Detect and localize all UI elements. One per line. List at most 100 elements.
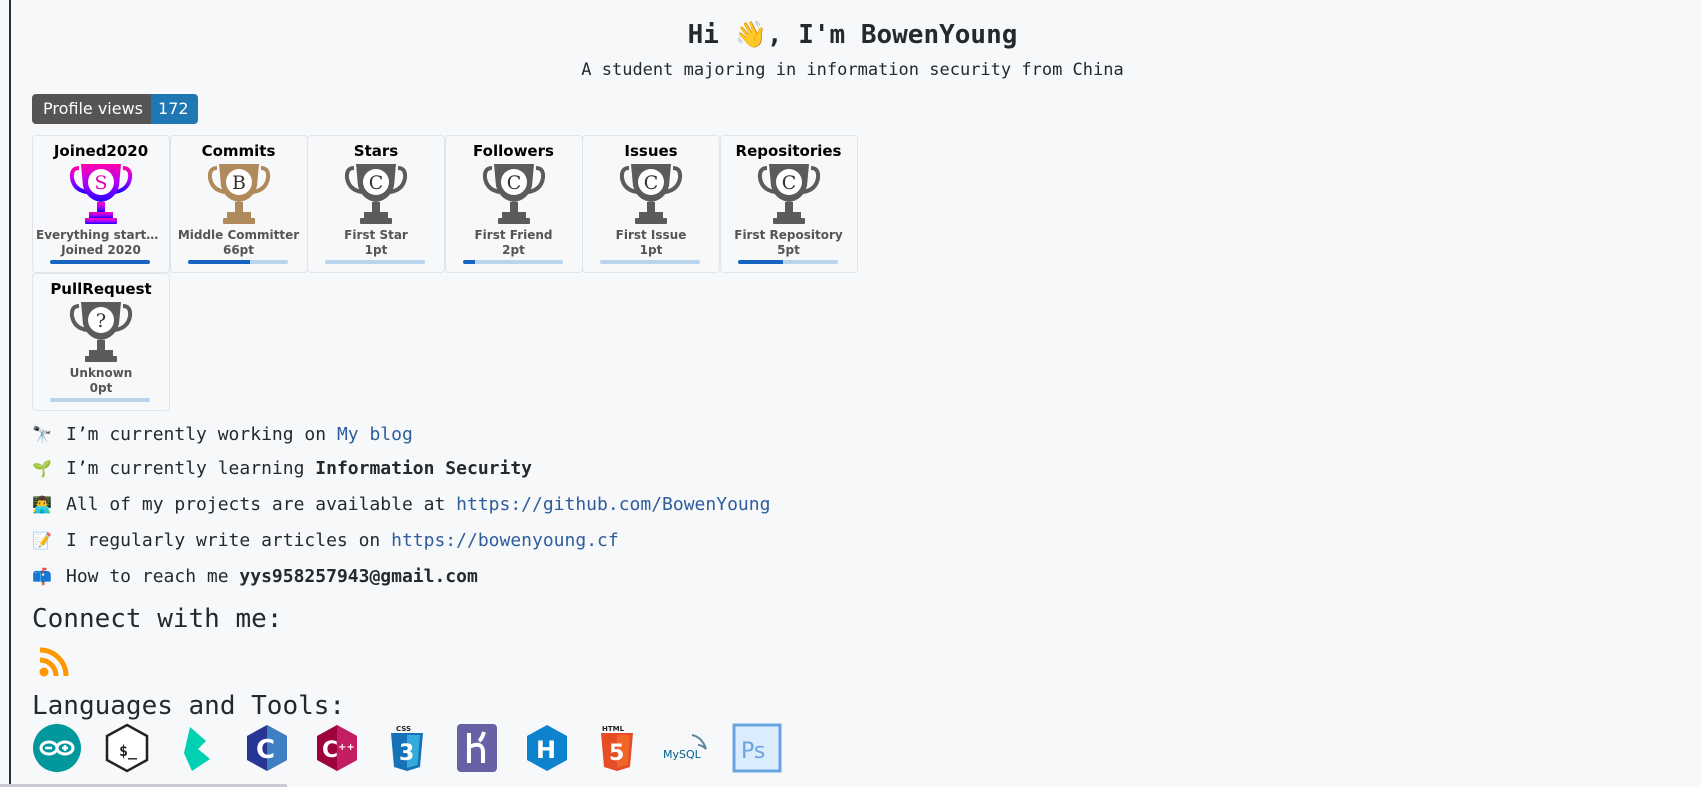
ps-label: Ps	[741, 739, 765, 764]
trophy-rank: S	[94, 172, 107, 194]
trophy-issues: Issues C First Issue 1pt	[582, 135, 720, 273]
trophy-title: Stars	[353, 142, 399, 160]
trophy-rank: C	[369, 172, 384, 194]
connect-heading: Connect with me:	[32, 604, 283, 634]
trophy-points: 1pt	[639, 243, 663, 257]
trophy-description: Unknown	[69, 365, 133, 380]
trophy-points: 0pt	[89, 380, 113, 395]
svg-text:C: C	[256, 735, 275, 765]
trophy-points: 2pt	[502, 243, 525, 257]
learning-topic: Information Security	[315, 457, 533, 479]
profile-views-badge[interactable]: Profile views 172	[32, 94, 198, 124]
list-item-contact: 📫 How to reach me yys958257943@gmail.com	[32, 562, 478, 590]
trophy-progress-bar	[187, 260, 288, 264]
trophy-joined2020: Joined2020 S Everything started... Joined 2…	[32, 135, 170, 273]
trophy-cup-icon: C	[344, 164, 408, 224]
trophy-description: First Friend	[474, 228, 553, 242]
trophy-title: Issues	[624, 142, 678, 160]
svg-text:H: H	[536, 736, 556, 764]
list-item-learning: 🌱 I’m currently learning Information Sec…	[32, 454, 532, 482]
trophy-progress-bar	[50, 397, 150, 402]
mysql-icon[interactable]: MySQL	[662, 723, 712, 773]
trophy-description: First Star	[344, 228, 408, 242]
github-link[interactable]: https://github.com/BowenYoung	[456, 494, 770, 515]
trophy-description: First Repository	[734, 228, 843, 242]
svg-text:$_: $_	[119, 742, 138, 760]
photoshop-icon[interactable]: Ps	[732, 723, 782, 773]
css-label: CSS	[396, 725, 411, 733]
bash-icon[interactable]: $_	[102, 723, 152, 773]
trophy-progress-bar	[50, 260, 150, 264]
trophy-progress-bar	[600, 260, 700, 264]
tools-heading: Languages and Tools:	[32, 691, 346, 721]
trophy-progress-fill	[187, 260, 250, 264]
trophy-rank: C	[506, 172, 521, 194]
trophy-cup-icon: C	[757, 164, 820, 224]
mysql-label: MySQL	[663, 748, 702, 761]
trophy-cup-icon: ?	[69, 301, 133, 362]
svg-text:3: 3	[399, 741, 414, 766]
trophy-progress-fill	[737, 260, 783, 264]
trophy-repositories: Repositories C First Repository 5pt	[719, 135, 858, 273]
working-text: I’m currently working on	[66, 423, 327, 445]
trophy-rank: C	[644, 172, 659, 194]
trophy-pullrequest: PullRequest? Unknown 0pt	[32, 272, 170, 411]
badge-count: 172	[151, 94, 198, 124]
learning-text: I’m currently learning	[66, 457, 305, 479]
html-label: HTML	[602, 725, 625, 733]
svg-text:++: ++	[338, 742, 355, 753]
trophy-cup-icon: S	[69, 164, 133, 224]
svg-text:5: 5	[609, 741, 624, 766]
trophy-cup-icon: C	[482, 164, 545, 224]
trophy-title: Repositories	[735, 142, 842, 160]
trophy-title: Joined2020	[53, 142, 149, 160]
trophy-points: 1pt	[364, 243, 388, 257]
trophy-stars: Stars C First Star 1pt	[307, 135, 445, 273]
trophy-progress-bar	[737, 260, 838, 264]
trophy-progress-fill	[462, 260, 475, 264]
bulma-icon[interactable]	[172, 723, 222, 773]
list-item-projects: 👨‍💻 All of my projects are available at …	[32, 490, 770, 518]
left-border	[9, 0, 11, 787]
mailbox-icon: 📫	[32, 566, 52, 586]
trophy-description: Middle Committer	[177, 228, 300, 242]
technologist-icon: 👨‍💻	[32, 494, 52, 514]
trophy-progress-bar	[462, 260, 563, 264]
trophy-title: Commits	[201, 142, 276, 160]
articles-text: I regularly write articles on	[66, 529, 381, 551]
trophy-followers: Followers C First Friend 2pt	[444, 135, 583, 273]
trophy-points: Joined 2020	[61, 243, 141, 257]
trophy-cup-icon: C	[619, 164, 683, 224]
trophy-title: Followers	[473, 142, 554, 160]
css3-icon[interactable]: CSS 3	[382, 723, 432, 773]
trophy-rank: B	[232, 172, 246, 194]
seedling-icon: 🌱	[32, 458, 52, 478]
html5-icon[interactable]: HTML 5	[592, 723, 642, 773]
heroku-icon[interactable]	[452, 723, 502, 773]
memo-icon: 📝	[32, 530, 52, 550]
cplusplus-icon[interactable]: C ++	[312, 723, 362, 773]
trophy-cup-icon: B	[207, 164, 270, 224]
profile-title: Hi 👋, I'm BowenYoung	[687, 20, 1018, 50]
svg-text:C: C	[322, 738, 338, 763]
arduino-icon[interactable]	[32, 723, 82, 773]
blog-link[interactable]: My blog	[337, 424, 413, 445]
list-item-working: 🔭 I’m currently working on My blog	[32, 420, 413, 448]
badge-label: Profile views	[32, 94, 152, 124]
trophy-rank: ?	[96, 310, 106, 332]
trophy-description: First Issue	[615, 228, 687, 242]
contact-email: yys958257943@gmail.com	[239, 565, 478, 587]
hexo-icon[interactable]: H	[522, 723, 572, 773]
trophy-points: 66pt	[222, 243, 255, 257]
trophy-description: Everything started...	[36, 228, 169, 242]
rss-icon[interactable]	[38, 644, 72, 678]
c-icon[interactable]: C	[242, 723, 292, 773]
profile-subtitle: A student majoring in information securi…	[581, 60, 1124, 80]
trophy-progress-bar	[325, 260, 425, 264]
trophy-rank: C	[781, 172, 796, 194]
site-link[interactable]: https://bowenyoung.cf	[391, 530, 619, 551]
list-item-articles: 📝 I regularly write articles on https://…	[32, 526, 619, 554]
trophy-title: PullRequest	[50, 279, 152, 298]
trophy-points: 5pt	[777, 243, 800, 257]
trophy-commits: Commits B Middle Committer 66pt	[169, 135, 308, 273]
